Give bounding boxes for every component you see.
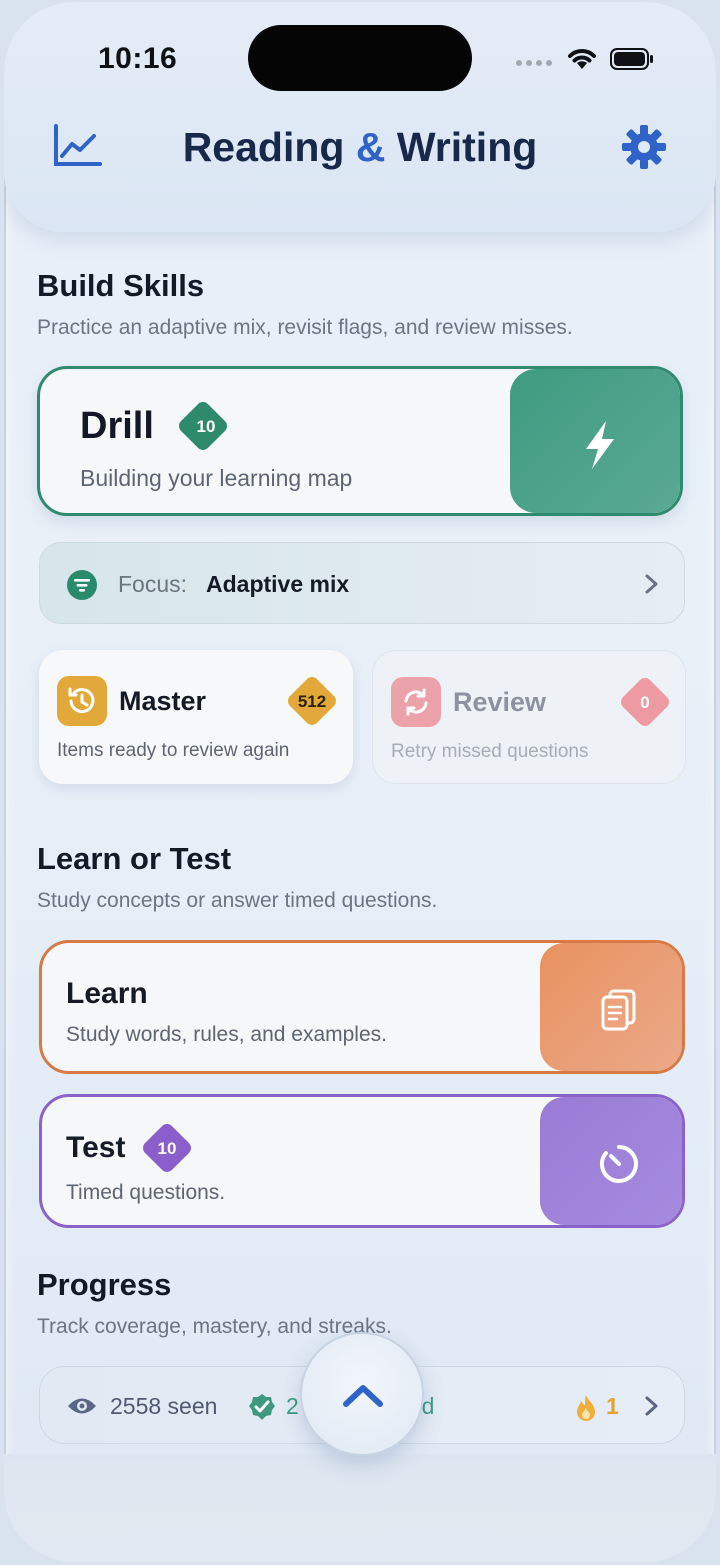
retry-arrows-icon <box>391 677 441 727</box>
wifi-icon <box>568 49 596 69</box>
document-icon <box>601 989 636 1031</box>
scroll-up-button[interactable] <box>300 1332 424 1456</box>
drill-card[interactable]: Drill 10 Building your learning map <box>37 366 683 516</box>
history-clock-icon <box>57 676 107 726</box>
eye-icon <box>68 1398 96 1414</box>
test-subtitle: Timed questions. <box>66 1181 226 1204</box>
verified-badge-icon <box>249 1394 275 1420</box>
master-badge-count: 512 <box>297 692 327 711</box>
learn-label: Learn <box>66 977 148 1010</box>
battery-icon <box>610 48 653 70</box>
test-card[interactable]: Test 10 Timed questions. <box>39 1094 685 1228</box>
review-card[interactable]: Review 0 Retry missed questions <box>372 650 686 784</box>
test-label: Test <box>66 1131 126 1164</box>
status-time: 10:16 <box>98 42 178 75</box>
drill-subtitle: Building your learning map <box>80 465 353 491</box>
drill-label: Drill <box>80 405 154 447</box>
learn-subtitle: Study words, rules, and examples. <box>66 1023 387 1046</box>
focus-selector[interactable]: Focus: Adaptive mix <box>39 542 685 624</box>
drill-badge-count: 10 <box>196 417 216 436</box>
settings-gear-icon[interactable] <box>620 123 668 171</box>
flame-streak-icon <box>577 1395 595 1421</box>
chevron-right-icon <box>645 1396 658 1416</box>
review-badge-count: 0 <box>640 693 650 712</box>
chevron-up-icon <box>343 1385 383 1407</box>
master-subtitle: Items ready to review again <box>57 740 290 761</box>
dynamic-island <box>248 25 472 91</box>
bottom-bar <box>4 1454 716 1562</box>
section-subtitle-learn-or-test: Study concepts or answer timed questions… <box>37 889 438 912</box>
seen-count: 2558 seen <box>110 1393 218 1419</box>
filter-icon <box>67 570 97 600</box>
chevron-right-icon <box>645 574 658 594</box>
timer-icon <box>600 1145 638 1183</box>
section-title-build-skills: Build Skills <box>37 268 205 303</box>
master-card[interactable]: Master 512 Items ready to review again <box>39 650 353 784</box>
section-title-progress: Progress <box>37 1267 172 1302</box>
focus-value: Adaptive mix <box>206 571 350 597</box>
review-label: Review <box>453 687 547 717</box>
section-title-learn-or-test: Learn or Test <box>37 841 232 876</box>
focus-label: Focus: <box>118 571 188 597</box>
section-subtitle-build-skills: Practice an adaptive mix, revisit flags,… <box>37 316 573 339</box>
master-label: Master <box>119 686 207 716</box>
streak-count: 1 <box>606 1393 619 1419</box>
lightning-bolt-icon <box>586 421 614 469</box>
page-title: Reading & Writing <box>182 124 538 170</box>
phone-screen: 10:16 Reading & Writing Build Skills Pra… <box>4 2 716 1562</box>
review-subtitle: Retry missed questions <box>391 741 589 762</box>
cellular-signal-icon <box>516 60 552 66</box>
test-badge-count: 10 <box>157 1139 177 1158</box>
learn-card[interactable]: Learn Study words, rules, and examples. <box>39 940 685 1074</box>
